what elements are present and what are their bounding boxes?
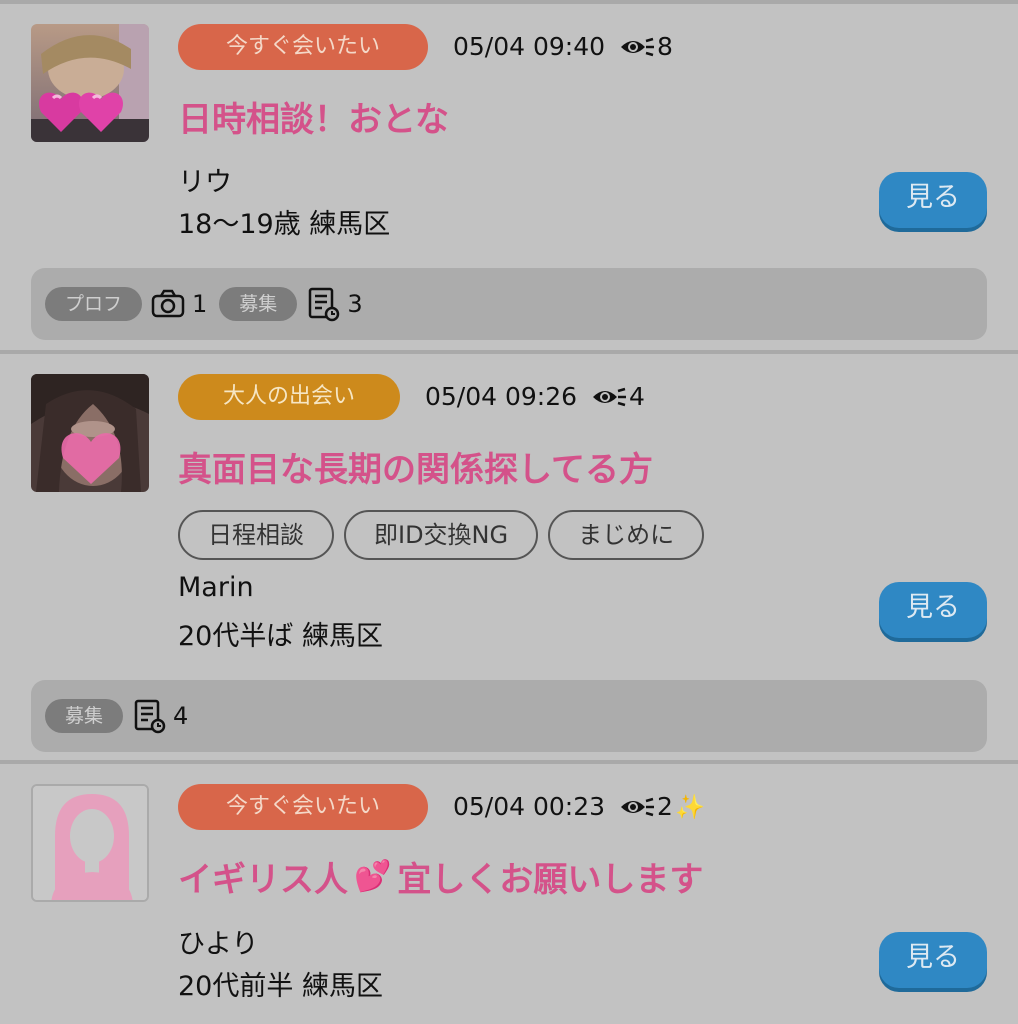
- user-avatar[interactable]: [31, 24, 149, 142]
- post-count: 4: [131, 698, 188, 734]
- post-count-value: 4: [173, 702, 189, 730]
- two-hearts-icon: 💕: [354, 859, 392, 894]
- post-card[interactable]: 大人の出会い 05/04 09:26 4 真面目な長期の関係探してる方 日程相談…: [0, 354, 1018, 760]
- document-clock-icon: [134, 699, 166, 734]
- document-clock-icon: [309, 287, 340, 322]
- user-age-location: 20代前半 練馬区: [178, 971, 383, 1002]
- eye-icon: [621, 797, 655, 817]
- post-card[interactable]: 今すぐ会いたい 05/04 00:23 2 ✨ イギリス人 💕 宜しくお願いしま…: [0, 764, 1018, 1024]
- post-meta: 05/04 00:23 2 ✨: [453, 784, 705, 830]
- tag-chip[interactable]: 即ID交換NG: [344, 510, 539, 560]
- post-datetime: 05/04 09:26: [425, 382, 578, 411]
- post-count-value: 3: [347, 290, 363, 318]
- post-meta: 05/04 09:26 4: [425, 374, 645, 420]
- view-count: 4: [591, 374, 645, 420]
- view-count-value: 8: [657, 32, 673, 61]
- post-datetime: 05/04 09:40: [453, 32, 606, 61]
- user-age-location: 18〜19歳 練馬区: [178, 209, 391, 240]
- view-button[interactable]: 見る: [879, 932, 987, 988]
- category-badge: 大人の出会い: [178, 374, 400, 420]
- recruit-badge[interactable]: 募集: [219, 287, 298, 321]
- tag-chip[interactable]: 日程相談: [178, 510, 334, 560]
- tag-list: 日程相談 即ID交換NG まじめに: [178, 510, 705, 560]
- user-avatar[interactable]: [31, 374, 149, 492]
- post-count: 3: [305, 286, 363, 322]
- post-title[interactable]: イギリス人 💕 宜しくお願いします: [178, 852, 703, 901]
- post-meta: 05/04 09:40 8: [453, 24, 673, 70]
- photo-count: 1: [150, 286, 207, 322]
- post-title[interactable]: 日時相談！おとな: [178, 92, 449, 141]
- post-datetime: 05/04 00:23: [453, 792, 606, 821]
- recruit-badge[interactable]: 募集: [45, 699, 124, 733]
- tag-chip[interactable]: まじめに: [548, 510, 705, 560]
- post-title-text: イギリス人: [178, 860, 348, 900]
- profile-badge[interactable]: プロフ: [45, 287, 143, 321]
- view-button[interactable]: 見る: [879, 582, 987, 638]
- eye-icon: [593, 387, 627, 407]
- category-badge: 今すぐ会いたい: [178, 24, 428, 70]
- user-avatar[interactable]: [31, 784, 149, 902]
- view-count: 2 ✨: [619, 784, 705, 830]
- post-footer: プロフ 1 募集 3: [31, 268, 987, 340]
- eye-icon: [621, 37, 655, 57]
- post-title-text: 宜しくお願いします: [397, 860, 704, 900]
- view-count-value: 2: [657, 792, 673, 821]
- view-button[interactable]: 見る: [879, 172, 987, 228]
- user-name: ひより: [178, 929, 259, 960]
- user-age-location: 20代半ば 練馬区: [178, 621, 383, 652]
- sparkle-icon: ✨: [674, 793, 705, 821]
- user-name: リウ: [178, 167, 232, 198]
- category-badge: 今すぐ会いたい: [178, 784, 428, 830]
- view-count-value: 4: [629, 382, 645, 411]
- post-card[interactable]: 今すぐ会いたい 05/04 09:40 8 日時相談！おとな リウ 18〜19歳…: [0, 0, 1018, 350]
- post-title[interactable]: 真面目な長期の関係探してる方: [178, 442, 653, 491]
- user-name: Marin: [178, 572, 254, 603]
- post-footer: 募集 4: [31, 680, 987, 752]
- view-count: 8: [619, 24, 673, 70]
- camera-icon: [151, 289, 185, 318]
- photo-count-value: 1: [192, 290, 208, 318]
